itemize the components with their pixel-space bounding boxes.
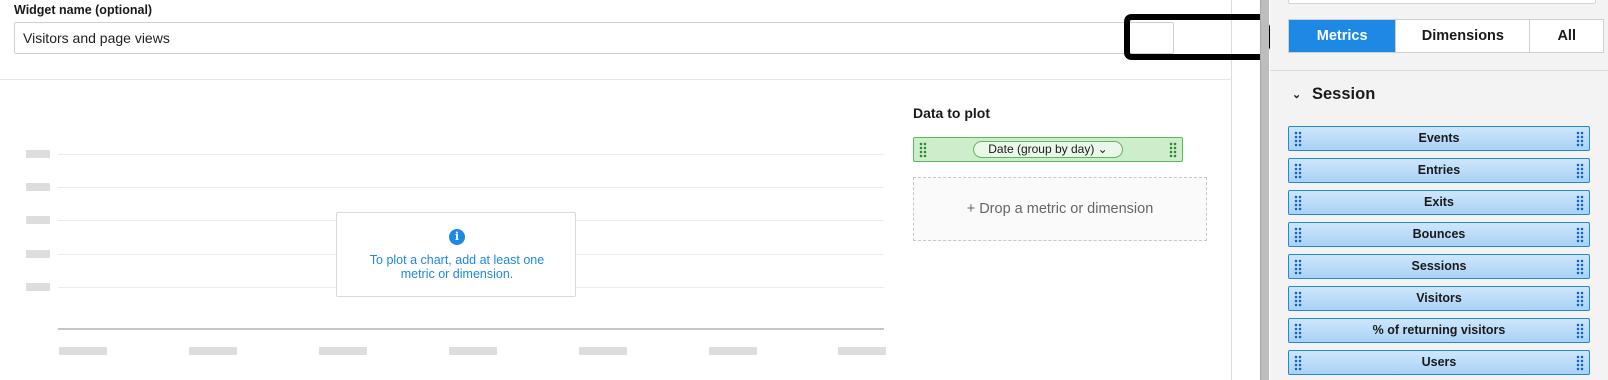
drag-handle-icon[interactable] — [1169, 142, 1177, 158]
drag-handle-icon[interactable] — [1294, 291, 1302, 307]
metric-label: Visitors — [1416, 291, 1462, 305]
drag-handle-icon[interactable] — [1576, 259, 1584, 275]
metric-label: Exits — [1424, 195, 1454, 209]
drag-handle-icon[interactable] — [1576, 355, 1584, 371]
field-type-tabs: Metrics Dimensions All — [1288, 19, 1604, 53]
empty-chart-message: i To plot a chart, add at least one metr… — [336, 212, 576, 297]
callout-arrow — [1124, 14, 1275, 60]
y-tick-placeholder — [26, 283, 50, 291]
drag-handle-icon[interactable] — [1576, 227, 1584, 243]
tab-all[interactable]: All — [1530, 20, 1603, 52]
divider-line — [1270, 70, 1608, 71]
x-tick-placeholder — [579, 347, 627, 355]
y-tick-placeholder — [26, 250, 50, 258]
dimension-group-select[interactable]: Date (group by day) ⌄ — [973, 141, 1123, 158]
drag-handle-icon[interactable] — [1294, 227, 1302, 243]
drag-handle-icon[interactable] — [1294, 195, 1302, 211]
x-tick-placeholder — [189, 347, 237, 355]
x-tick-placeholder — [838, 347, 886, 355]
x-tick-placeholder — [709, 347, 757, 355]
widget-name-label: Widget name (optional) — [14, 3, 153, 17]
tab-dimensions[interactable]: Dimensions — [1396, 20, 1531, 52]
metric-item[interactable]: Events — [1288, 126, 1590, 151]
drag-handle-icon[interactable] — [1576, 323, 1584, 339]
metric-label: Entries — [1417, 163, 1461, 177]
drag-handle-icon[interactable] — [1576, 291, 1584, 307]
x-tick-placeholder — [319, 347, 367, 355]
metric-item[interactable]: Visitors — [1288, 286, 1590, 311]
y-tick-placeholder — [26, 216, 50, 224]
fields-panel: Metrics Dimensions All ⌄ Session Events … — [1270, 0, 1608, 380]
drag-handle-icon[interactable] — [1576, 163, 1584, 179]
empty-chart-text: To plot a chart, add at least one metric… — [369, 253, 545, 281]
metric-label: Bounces — [1412, 227, 1466, 241]
drag-handle-icon[interactable] — [1576, 195, 1584, 211]
editor-pane: Widget name (optional) i To plot a — [0, 0, 1275, 380]
drag-handle-icon[interactable] — [1576, 131, 1584, 147]
metric-label: % of returning visitors — [1372, 323, 1506, 337]
widget-name-input[interactable] — [14, 22, 1174, 54]
search-box-edge — [1288, 0, 1596, 4]
tab-metrics[interactable]: Metrics — [1289, 20, 1397, 52]
drag-handle-icon[interactable] — [1294, 355, 1302, 371]
x-tick-placeholder — [449, 347, 497, 355]
metric-label: Users — [1421, 355, 1457, 369]
x-tick-placeholder — [59, 347, 107, 355]
chevron-down-icon[interactable]: ⌄ — [1292, 88, 1301, 101]
dimension-date-chip[interactable]: Date (group by day) ⌄ — [913, 137, 1183, 162]
drag-handle-icon[interactable] — [1294, 131, 1302, 147]
metric-label: Events — [1418, 131, 1460, 145]
metric-item[interactable]: Sessions — [1288, 254, 1590, 279]
data-to-plot-title: Data to plot — [913, 105, 990, 121]
metric-item[interactable]: Entries — [1288, 158, 1590, 183]
metric-drop-zone[interactable]: + Drop a metric or dimension — [913, 177, 1207, 241]
y-tick-placeholder — [26, 150, 50, 158]
y-tick-placeholder — [26, 183, 50, 191]
drag-handle-icon[interactable] — [1294, 163, 1302, 179]
drag-handle-icon[interactable] — [919, 142, 927, 158]
metric-item[interactable]: Exits — [1288, 190, 1590, 215]
drag-handle-icon[interactable] — [1294, 323, 1302, 339]
metric-item[interactable]: Users — [1288, 350, 1590, 375]
metric-item[interactable]: % of returning visitors — [1288, 318, 1590, 343]
x-axis — [58, 328, 884, 330]
metric-item[interactable]: Bounces — [1288, 222, 1590, 247]
section-title-session[interactable]: Session — [1312, 85, 1375, 104]
gridline — [58, 154, 884, 155]
drag-handle-icon[interactable] — [1294, 259, 1302, 275]
widget-editor: Widget name (optional) i To plot a — [0, 0, 1608, 380]
panel-resize-handle[interactable] — [1260, 0, 1269, 380]
info-icon: i — [449, 229, 465, 245]
gridline — [58, 187, 884, 188]
metric-label: Sessions — [1411, 259, 1467, 273]
